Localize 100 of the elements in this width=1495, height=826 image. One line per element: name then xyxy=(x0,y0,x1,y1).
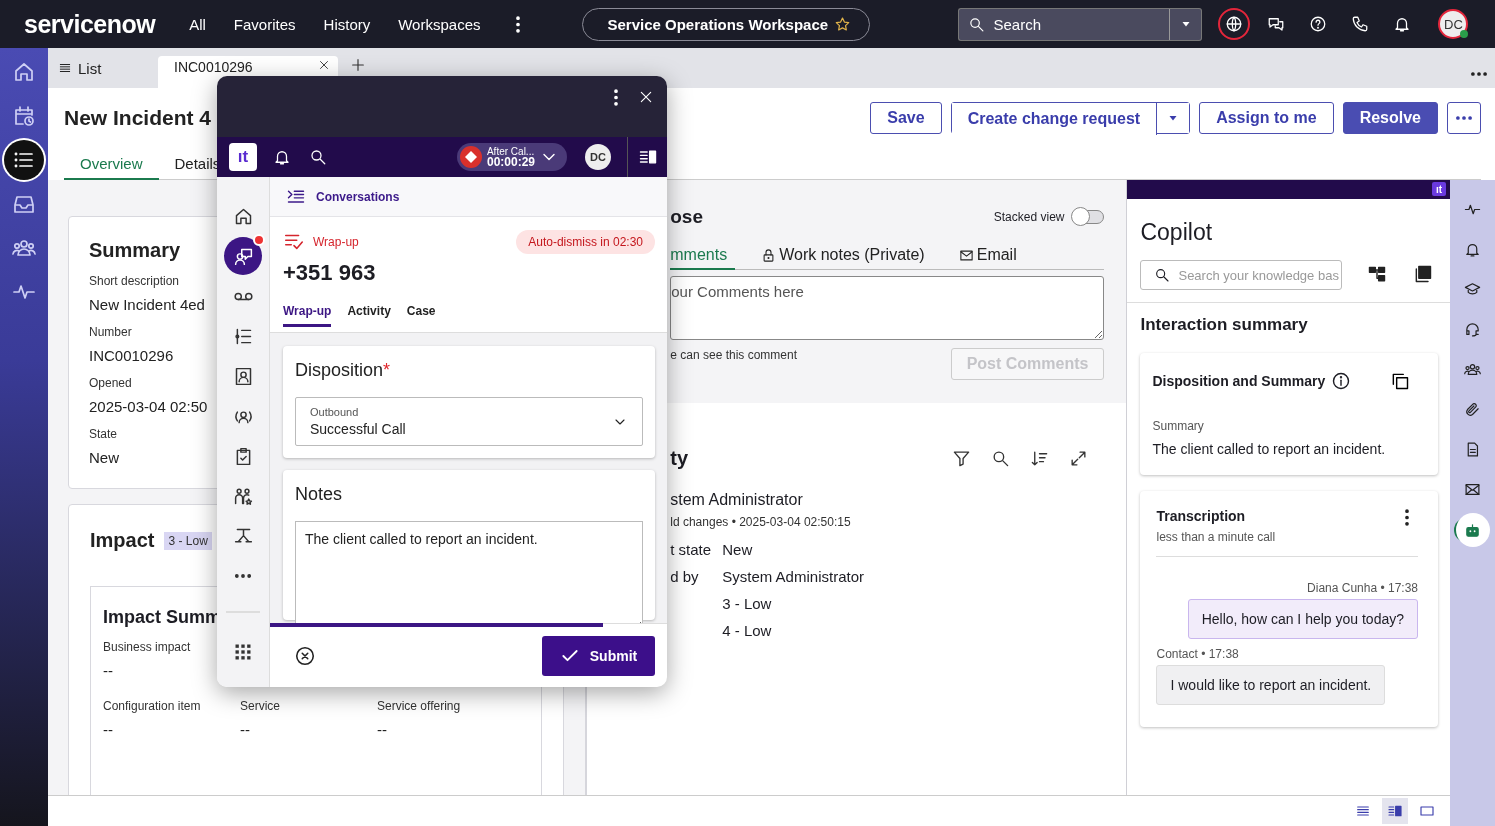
user-avatar[interactable]: DC xyxy=(585,144,611,170)
list-tab[interactable]: List xyxy=(58,48,158,88)
search-dropdown-button[interactable] xyxy=(1169,7,1203,41)
field-label: Business impact xyxy=(103,640,191,654)
toggle-switch[interactable] xyxy=(1072,210,1105,224)
plus-icon[interactable] xyxy=(350,57,366,73)
info-icon xyxy=(1331,371,1352,391)
status-dot xyxy=(1460,30,1469,38)
field-value: New Incident 4ed xyxy=(89,296,205,313)
cancel-button[interactable] xyxy=(294,644,316,667)
call-status-icon xyxy=(458,145,483,169)
search-icon xyxy=(1154,267,1171,283)
field-value: 4 - Low xyxy=(722,622,773,639)
graduation-cap-icon xyxy=(1464,280,1481,298)
single-view-icon xyxy=(1419,803,1435,819)
comment-field[interactable]: our Comments here xyxy=(670,276,1105,340)
field-label: Service offering xyxy=(377,699,461,713)
section-title: Interaction summary xyxy=(1140,315,1309,335)
field-value: -- xyxy=(240,721,250,738)
compose-tab[interactable]: Work notes (Private) xyxy=(761,242,933,270)
nav-link[interactable]: History xyxy=(323,15,371,33)
field-label: Configuration item xyxy=(103,699,201,713)
more-button[interactable] xyxy=(1447,102,1481,134)
rail-item[interactable] xyxy=(4,140,44,180)
field-label: t state xyxy=(670,541,713,558)
action-button[interactable]: Assign to me xyxy=(1199,102,1334,134)
paperclip-icon xyxy=(1464,400,1481,418)
help-icon xyxy=(1309,15,1328,33)
card-subtitle: less than a minute call xyxy=(1156,530,1276,544)
field-value: New xyxy=(89,449,119,466)
field-label: Summary xyxy=(1152,419,1205,433)
list-view-icon xyxy=(58,61,72,75)
expand-icon[interactable] xyxy=(1069,448,1089,468)
notes-field[interactable]: The client called to report an incident. xyxy=(295,521,643,623)
toggle-label: Stacked view xyxy=(993,210,1065,224)
nav-item[interactable] xyxy=(224,237,262,275)
phone-icon xyxy=(1351,15,1370,33)
globe-button[interactable] xyxy=(1218,8,1251,40)
panel-title: Copilot xyxy=(1140,219,1214,246)
section-title: ty xyxy=(670,446,689,470)
split-view-icon xyxy=(1387,803,1403,819)
call-status-button[interactable]: After Cal... 00:00:29 xyxy=(456,143,567,171)
summary-text: The client called to report an incident. xyxy=(1152,441,1387,457)
field-value: 2025-03-04 02:50 xyxy=(89,398,208,415)
tab[interactable]: Wrap-up xyxy=(283,304,332,327)
message-sender: Diana Cunha • 17:38 xyxy=(1307,581,1418,595)
action-button[interactable]: Save xyxy=(870,102,942,134)
close-icon xyxy=(638,89,654,105)
record-title: New Incident 4 xyxy=(64,106,212,130)
field-label: Service xyxy=(240,699,280,713)
copy-button[interactable] xyxy=(1390,371,1410,391)
app-logo: ıt xyxy=(229,143,257,171)
card-title: Notes xyxy=(295,484,344,505)
activity-author: stem Administrator xyxy=(670,491,804,509)
chat-bubbles-icon xyxy=(1267,15,1286,33)
more-icon xyxy=(614,88,618,106)
nav-link[interactable]: Workspaces xyxy=(398,15,481,33)
calendar-clock-icon xyxy=(12,104,36,128)
field-value: New xyxy=(722,541,754,558)
filter-icon[interactable] xyxy=(952,448,972,468)
visibility-note: e can see this comment xyxy=(670,348,797,364)
user-avatar[interactable]: DC xyxy=(1438,9,1469,39)
more-icon[interactable] xyxy=(516,15,521,33)
nav-link[interactable]: All xyxy=(189,15,206,33)
search-field[interactable]: Search xyxy=(958,7,1170,41)
compose-tab[interactable]: Email xyxy=(958,242,1025,270)
field-value: -- xyxy=(103,662,113,679)
search-icon xyxy=(968,15,986,33)
more-icon xyxy=(1456,116,1472,120)
phone-number: +351 963 xyxy=(283,260,377,286)
message-bubble: Hello, how can I help you today? xyxy=(1187,599,1418,639)
app-logo: ıt xyxy=(1432,182,1446,196)
auto-dismiss-badge: Auto-dismiss in 02:30 xyxy=(516,230,655,254)
nav-link[interactable]: Favorites xyxy=(233,15,296,33)
headset-icon xyxy=(1464,320,1481,338)
compose-tab[interactable]: mments xyxy=(670,242,736,270)
logo[interactable]: servicenow xyxy=(24,9,156,39)
side-panel-icon xyxy=(637,147,658,167)
action-button[interactable]: Create change request xyxy=(951,103,1158,135)
field-value: -- xyxy=(377,721,387,738)
more-icon[interactable] xyxy=(1471,72,1487,76)
field-value: -- xyxy=(103,721,113,738)
view-button[interactable] xyxy=(1382,798,1408,824)
field-value: 3 - Low xyxy=(722,595,773,612)
globe-icon xyxy=(1225,15,1244,33)
action-button[interactable]: Resolve xyxy=(1342,102,1438,134)
message-bubble: I would like to report an incident. xyxy=(1156,665,1386,705)
activity-meta: ld changes • 2025-03-04 02:50:15 xyxy=(670,515,852,529)
house-icon xyxy=(12,60,36,84)
tab[interactable]: Case xyxy=(406,304,436,327)
card-title: Transcription xyxy=(1156,508,1247,524)
submit-button[interactable]: Submit xyxy=(542,635,655,676)
disposition-select[interactable]: Outbound Successful Call xyxy=(295,397,643,446)
copy-icon xyxy=(1390,371,1410,391)
envelope-icon xyxy=(958,247,974,263)
more-icon xyxy=(235,574,251,578)
tab[interactable]: Activity xyxy=(347,304,391,327)
list-view-icon xyxy=(1355,803,1371,819)
bell-icon xyxy=(1393,15,1412,33)
knowledge-search-field[interactable]: Search your knowledge bas xyxy=(1140,260,1343,290)
